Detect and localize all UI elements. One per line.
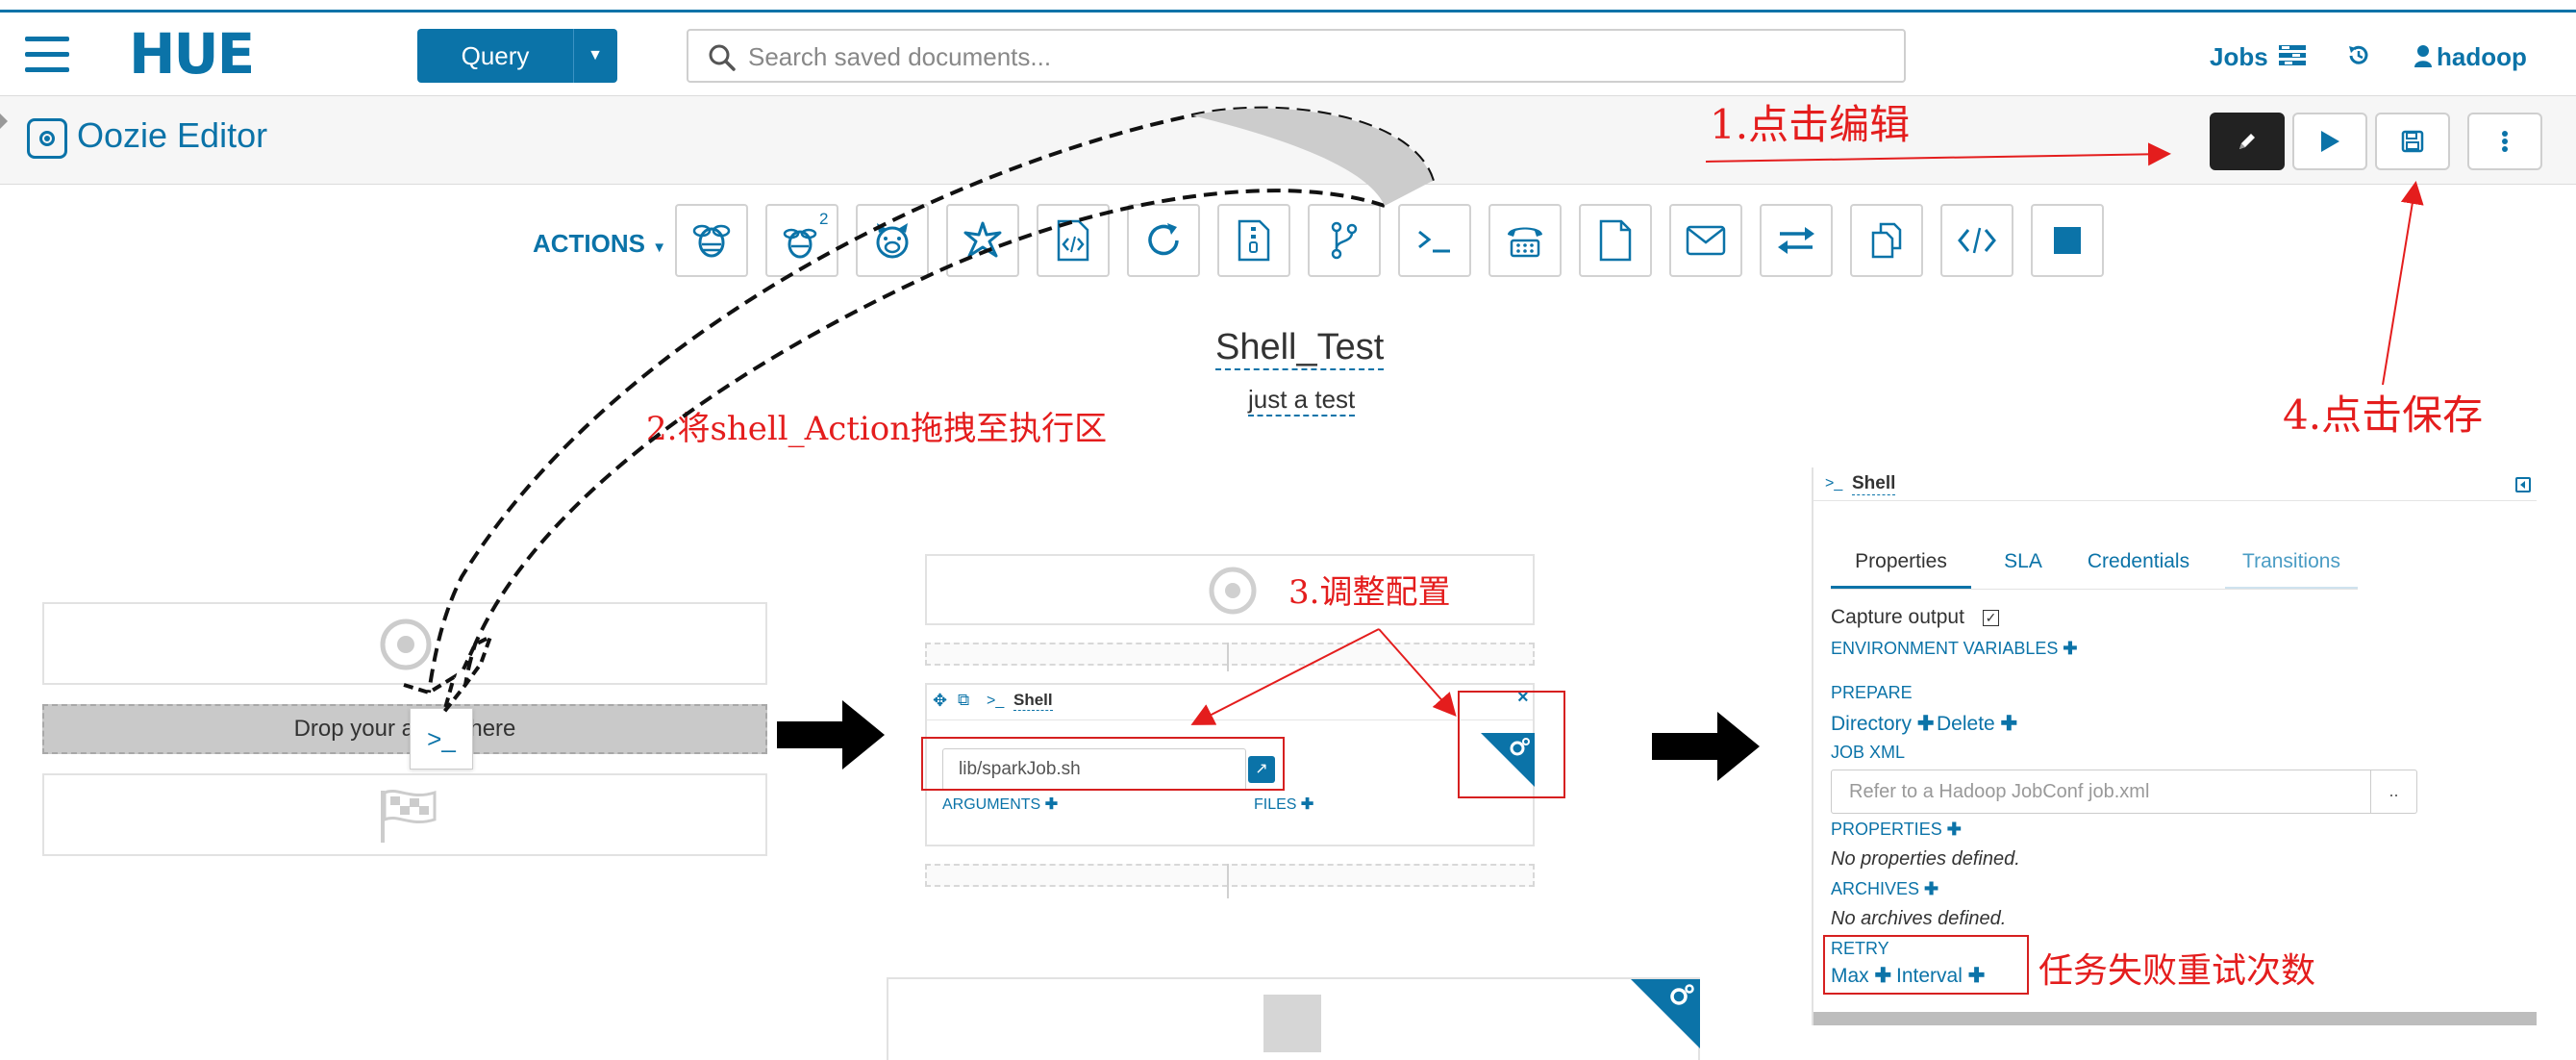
drag-path-outer (427, 106, 1435, 694)
annotation-arrow-step3b (1378, 628, 1457, 717)
drag-arrowhead (403, 632, 494, 714)
drag-path-inner (463, 189, 1386, 686)
annotation-arrow-step3a (1190, 628, 1380, 725)
annotation-arrow-step1 (1705, 142, 2171, 166)
annotation-overlay (403, 106, 2424, 725)
annotation-arrow-step4 (2382, 181, 2424, 386)
